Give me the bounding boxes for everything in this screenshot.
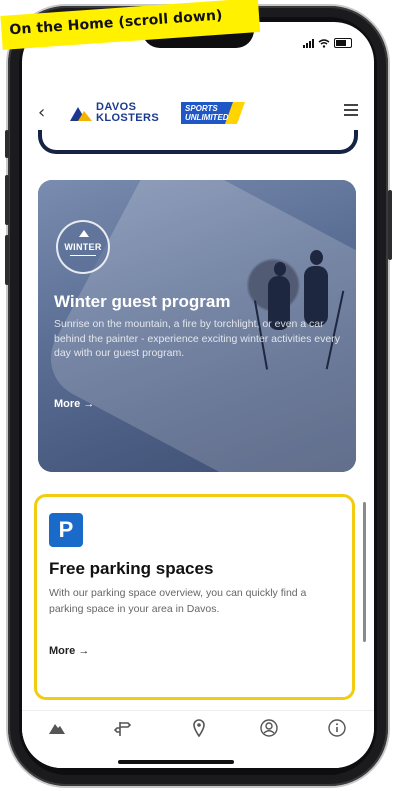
signal-icon xyxy=(303,38,314,48)
logo-line-2: KLOSTERS xyxy=(96,112,160,124)
winter-badge-text: WINTER xyxy=(64,242,102,252)
nav-item-profile[interactable] xyxy=(240,719,298,747)
skier-head xyxy=(274,262,286,276)
badge-divider xyxy=(70,255,96,256)
app-screen: ‹ DAVOS KLOSTERS SPORTS UNLIMITED WINTER… xyxy=(22,22,374,768)
signpost-icon xyxy=(114,722,132,736)
nav-label xyxy=(28,741,86,747)
nav-item-home[interactable] xyxy=(28,719,86,747)
parking-more-link[interactable]: More → xyxy=(49,645,89,657)
mountain-icon xyxy=(49,724,65,734)
home-indicator[interactable] xyxy=(118,760,234,764)
map-pin-icon xyxy=(193,719,205,737)
volume-down-button xyxy=(5,235,9,285)
winter-guest-program-card[interactable]: WINTER Winter guest program Sunrise on t… xyxy=(38,180,356,472)
scrollbar[interactable] xyxy=(363,502,366,642)
user-icon xyxy=(260,719,278,737)
wifi-icon xyxy=(318,38,330,48)
partner-logo-text: SPORTS UNLIMITED xyxy=(185,104,229,122)
nav-label xyxy=(308,741,366,747)
nav-item-activities[interactable] xyxy=(94,719,152,747)
skier-head xyxy=(310,250,323,265)
partner-logo-line-1: SPORTS xyxy=(185,104,218,113)
battery-icon xyxy=(334,38,352,48)
volume-up-button xyxy=(5,175,9,225)
badge-mountain-icon xyxy=(79,230,89,237)
parking-card-description: With our parking space overview, you can… xyxy=(49,587,307,615)
davos-klosters-logo[interactable]: DAVOS KLOSTERS xyxy=(70,102,159,124)
winter-card-title: Winter guest program xyxy=(54,292,231,311)
sports-unlimited-logo: SPORTS UNLIMITED xyxy=(181,102,251,124)
mute-switch xyxy=(5,130,9,158)
free-parking-card[interactable]: P Free parking spaces With our parking s… xyxy=(34,494,355,700)
previous-card-edge xyxy=(38,130,358,154)
winter-badge: WINTER xyxy=(56,220,110,274)
winter-card-description: Sunrise on the mountain, a fire by torch… xyxy=(54,318,340,359)
winter-more-link[interactable]: More → xyxy=(54,398,94,410)
power-button xyxy=(388,190,392,260)
parking-icon: P xyxy=(49,513,83,547)
back-icon[interactable]: ‹ xyxy=(38,102,45,123)
nav-label xyxy=(94,741,152,747)
mountain-logo-icon xyxy=(70,107,92,121)
nav-label xyxy=(240,741,298,747)
nav-label xyxy=(170,741,228,747)
partner-logo-line-2: UNLIMITED xyxy=(185,113,229,122)
logo-wordmark: DAVOS KLOSTERS xyxy=(96,102,159,124)
nav-item-map[interactable] xyxy=(170,719,228,747)
info-icon xyxy=(328,719,346,737)
parking-card-title: Free parking spaces xyxy=(49,559,214,578)
hamburger-menu-icon[interactable] xyxy=(344,104,358,119)
status-bar xyxy=(303,38,352,48)
nav-item-info[interactable] xyxy=(308,719,366,747)
